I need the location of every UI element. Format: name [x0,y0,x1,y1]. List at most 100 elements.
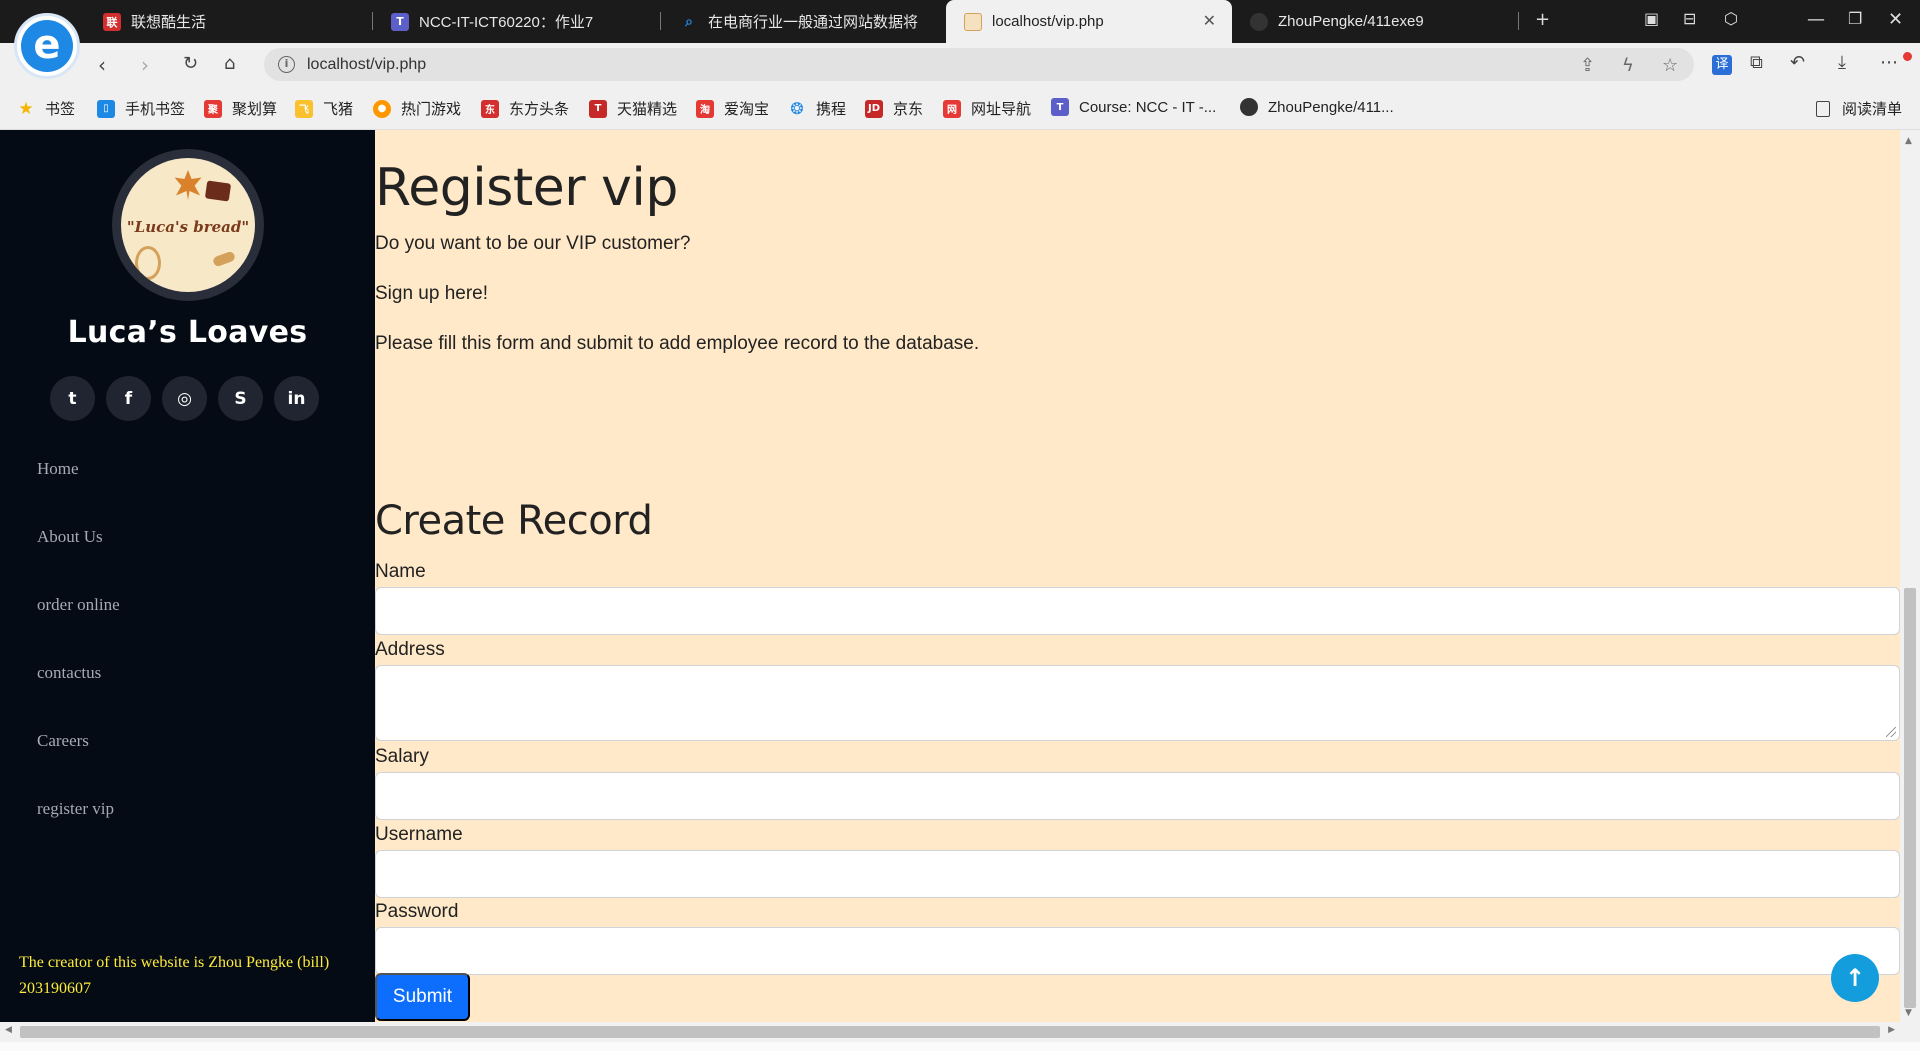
nav-careers[interactable]: Careers [37,727,120,795]
close-window-icon[interactable]: ✕ [1888,9,1903,30]
horizontal-scroll-thumb[interactable] [20,1026,1880,1038]
twitter-icon[interactable]: t [50,376,95,421]
bookmark-label: 爱淘宝 [724,101,770,118]
reading-list-icon [1815,100,1830,117]
close-tab-icon[interactable]: ✕ [1203,11,1216,31]
scroll-up-icon[interactable]: ▲ [1905,136,1912,146]
translate-icon[interactable]: 译 [1712,55,1732,75]
bookmark-tmall[interactable]: T 天猫精选 [589,98,677,119]
star-icon: ★ [18,98,34,119]
bookmark-label: 书签 [45,101,76,118]
home-icon[interactable]: ⌂ [224,53,235,74]
bookmark-fliggy[interactable]: 飞飞猪 [295,98,353,119]
download-icon[interactable]: ⤓ [1838,52,1846,73]
bookmark-aitaobao[interactable]: 淘爱淘宝 [696,98,769,119]
forward-icon[interactable]: › [141,53,149,77]
facebook-icon[interactable]: f [106,376,151,421]
share-icon[interactable]: ⇪ [1580,55,1595,76]
reading-list-label: 阅读清单 [1841,101,1902,118]
teams-icon: T [1051,98,1069,116]
bookmark-games[interactable]: ● 热门游戏 [373,98,461,119]
phone-icon: ▯ [97,99,115,118]
lenovo-icon: 联 [103,12,121,31]
tab-lenovo[interactable]: 联 联想酷生活 [103,0,373,43]
nav-about-us[interactable]: About Us [37,523,120,591]
page-title: Register vip [375,158,678,218]
tab-label: NCC-IT-ICT60220：作业7 [419,14,594,31]
extension-puzzle-icon[interactable]: ⧉ [1750,52,1763,73]
address-bar[interactable]: i localhost/vip.php ⇪ ϟ ☆ [264,48,1694,81]
tab-search[interactable]: ⌕ 在电商行业一般通过网站数据将 [680,0,920,43]
tmall-icon: T [589,99,607,118]
bookmark-label: 东方头条 [509,101,570,118]
brand-name[interactable]: Luca’s Loaves [0,315,375,350]
submit-button[interactable]: Submit [375,973,470,1021]
nav-home[interactable]: Home [37,455,120,523]
horizontal-scrollbar[interactable]: ◀ ▶ [0,1022,1920,1042]
github-icon [1240,98,1258,116]
bookmark-star[interactable]: ★ 书签 [17,98,75,119]
book-icon [204,180,232,202]
flash-icon[interactable]: ϟ [1622,55,1634,76]
bookmark-ctrip[interactable]: ❂ 携程 [788,98,846,119]
scroll-left-icon[interactable]: ◀ [5,1025,12,1035]
extensions-icon[interactable]: ⬡ [1724,9,1738,28]
bookmark-label: 飞猪 [323,101,354,118]
salary-label: Salary [375,746,429,767]
more-icon[interactable]: ⋯ [1880,52,1898,73]
tab-github[interactable]: ZhouPengke/411exe9 [1250,0,1510,43]
back-icon[interactable]: ‹ [98,53,106,77]
maximize-icon[interactable]: ❐ [1848,9,1862,28]
scroll-down-icon[interactable]: ▼ [1905,1008,1912,1018]
form-title: Create Record [375,498,653,544]
username-input[interactable] [375,850,1900,898]
instagram-icon[interactable]: ◎ [162,376,207,421]
tab-ncc-assignment[interactable]: T NCC-IT-ICT60220：作业7 [391,0,651,43]
bookmark-jd[interactable]: JD 京东 [865,98,923,119]
address-textarea[interactable] [375,665,1900,741]
nav-order-online[interactable]: order online [37,591,120,659]
bookmark-label: ZhouPengke/411... [1268,98,1394,116]
password-input[interactable] [375,927,1900,975]
new-tab-icon[interactable]: + [1535,9,1550,30]
nav-contactus[interactable]: contactus [37,659,120,727]
bread-logo-image: "Luca's bread" [121,158,255,292]
game-mode-icon[interactable]: ⊟ [1683,9,1696,28]
sidebar-toggle-icon[interactable]: ▣ [1644,9,1659,28]
reading-list[interactable]: 阅读清单 [1815,98,1902,119]
bookmark-course[interactable]: T Course: NCC - IT -... [1051,98,1216,116]
resize-grip-icon[interactable] [1886,727,1896,737]
tab-label: 在电商行业一般通过网站数据将 [708,14,918,31]
page-viewport: "Luca's bread" Luca’s Loaves t f ◎ S in … [0,130,1920,1051]
bookmark-mobile[interactable]: ▯ 手机书签 [97,98,185,119]
vertical-scroll-thumb[interactable] [1904,588,1916,1008]
bookmark-eastday[interactable]: 东东方头条 [481,98,569,119]
name-input[interactable] [375,587,1900,635]
linkedin-icon[interactable]: in [274,376,319,421]
bookmark-github[interactable]: ZhouPengke/411... [1240,98,1394,116]
site-info-icon[interactable]: i [278,56,295,73]
status-bar [0,1042,1920,1051]
bookmark-juhuasuan[interactable]: 聚聚划算 [204,98,277,119]
logo-text: "Luca's bread" [126,218,250,236]
browser-logo[interactable]: e [14,13,80,79]
taobao-icon: 淘 [696,99,714,118]
favorite-star-icon[interactable]: ☆ [1662,55,1678,76]
salary-input[interactable] [375,772,1900,820]
notification-dot [1903,52,1912,61]
vertical-scrollbar[interactable]: ▲ ▼ [1900,130,1920,1022]
password-label: Password [375,901,459,922]
nav-register-vip[interactable]: register vip [37,795,120,863]
bookmark-nav[interactable]: 网网址导航 [943,98,1031,119]
back-to-top-button[interactable]: ↑ [1831,954,1879,1002]
scroll-right-icon[interactable]: ▶ [1888,1025,1895,1035]
reload-icon[interactable]: ↻ [183,53,198,74]
undo-icon[interactable]: ↶ [1790,52,1805,73]
tab-localhost-vip[interactable]: localhost/vip.php ✕ [946,0,1232,43]
address-label: Address [375,639,445,660]
bookmark-label: 热门游戏 [401,101,462,118]
minimize-icon[interactable]: — [1807,9,1825,30]
skype-icon[interactable]: S [218,376,263,421]
game-icon: ● [373,99,391,118]
browser-e-icon: e [21,20,73,72]
